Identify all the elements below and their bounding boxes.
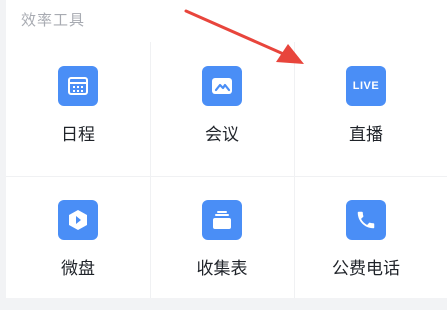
tool-label: 收集表 [196, 259, 248, 278]
live-icon: LIVE [346, 66, 386, 106]
live-badge-text: LIVE [352, 80, 380, 92]
tool-meeting[interactable]: 会议 [150, 42, 294, 176]
form-icon [202, 200, 242, 240]
phone-icon [346, 200, 386, 240]
tool-form[interactable]: 收集表 [150, 176, 294, 310]
tool-label: 会议 [205, 125, 239, 144]
tool-label: 微盘 [61, 259, 95, 278]
tool-live[interactable]: LIVE 直播 [294, 42, 438, 176]
drive-icon [58, 200, 98, 240]
efficiency-tools-card: 效率工具 日程 会议 LIVE 直播 微盘 收集表 公费电话 [6, 0, 447, 298]
calendar-icon [58, 66, 98, 106]
tool-drive[interactable]: 微盘 [6, 176, 150, 310]
tools-grid: 日程 会议 LIVE 直播 微盘 收集表 公费电话 [6, 42, 447, 298]
meeting-icon [202, 66, 242, 106]
tool-label: 日程 [61, 125, 95, 144]
tool-label: 公费电话 [332, 259, 400, 278]
tool-label: 直播 [349, 125, 383, 144]
tool-schedule[interactable]: 日程 [6, 42, 150, 176]
section-title: 效率工具 [21, 12, 86, 29]
tool-phone[interactable]: 公费电话 [294, 176, 438, 310]
